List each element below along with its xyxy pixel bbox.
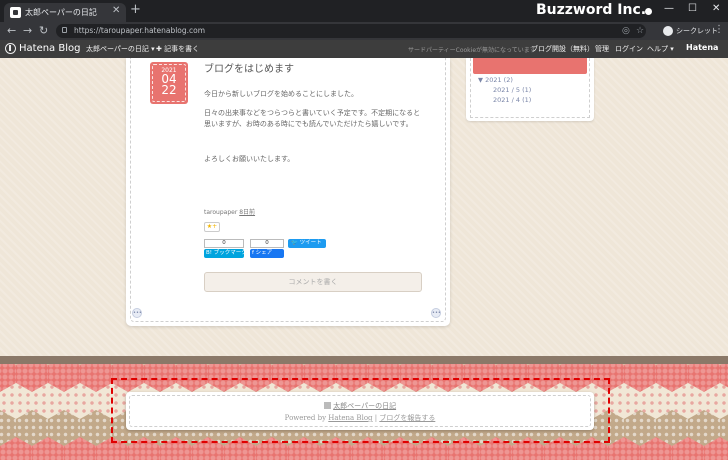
- hatena-global-header: Hatena Blog 太郎ペーパーの日記 ▾ ✚ 記事を書く サードパーティー…: [0, 40, 728, 58]
- incognito-icon: [663, 26, 673, 36]
- entry-more-icon[interactable]: •••: [431, 308, 441, 318]
- report-blog-link[interactable]: ブログを報告する: [379, 414, 435, 422]
- archive-month-link[interactable]: 2021 / 4 (1): [493, 96, 531, 104]
- browser-menu-icon[interactable]: ⋮: [714, 24, 724, 35]
- blog-icon: [323, 402, 331, 409]
- record-indicator-icon: [645, 8, 652, 15]
- footer-blog-name: 太郎ペーパーの日記: [126, 401, 594, 411]
- entry-card: 2021 04 22 ブログをはじめます 今日から新しいブログを始めることにしま…: [126, 58, 450, 326]
- url-text[interactable]: https://taroupaper.hatenablog.com: [74, 26, 205, 35]
- entry-paragraph: よろしくお願いいたします。: [204, 155, 295, 163]
- facebook-share-button[interactable]: f シェア: [250, 249, 284, 258]
- powered-by-text: Powered by: [284, 414, 329, 422]
- close-window-button[interactable]: ✕: [712, 3, 720, 14]
- hatena-logo-text: Hatena Blog: [19, 43, 81, 54]
- entry-more-icon[interactable]: •••: [132, 308, 142, 318]
- footer-powered-by: Powered by Hatena Blog | ブログを報告する: [126, 413, 594, 423]
- entry-paragraph: 今日から新しいブログを始めることにしました。: [204, 90, 358, 98]
- tab-title: 太郎ペーパーの日記: [25, 8, 97, 17]
- entry-title[interactable]: ブログをはじめます: [204, 60, 294, 75]
- entry-time-link[interactable]: 8日前: [239, 209, 255, 216]
- date-badge[interactable]: 2021 04 22: [150, 62, 188, 104]
- date-day: 22: [161, 83, 177, 97]
- entry-paragraph: 日々の出来事などをつらつらと書いていく予定です。不定期になると思いますが、お時の…: [204, 109, 421, 128]
- browser-titlebar: 太郎ペーパーの日記 ✕ + Buzzword Inc. — ☐ ✕: [0, 0, 728, 22]
- incognito-label: シークレット: [676, 27, 718, 35]
- login-link[interactable]: ログイン: [615, 44, 643, 54]
- entry-author[interactable]: taroupaper: [204, 209, 237, 216]
- help-dropdown[interactable]: ヘルプ ▾: [647, 44, 674, 54]
- archive-year-toggle[interactable]: ▼ 2021 (2): [478, 76, 513, 84]
- start-blog-link[interactable]: ブログ開設（無料）: [531, 44, 594, 54]
- tab-close-icon[interactable]: ✕: [112, 5, 120, 16]
- maximize-button[interactable]: ☐: [688, 3, 697, 14]
- eye-off-icon[interactable]: ◎: [622, 26, 630, 36]
- hatena-bookmark-button[interactable]: B! ブックマーク: [204, 249, 244, 258]
- blog-menu-dropdown[interactable]: 太郎ペーパーの日記 ▾: [86, 44, 155, 54]
- write-entry-button[interactable]: ✚ 記事を書く: [156, 44, 199, 54]
- footer-blog-link[interactable]: 太郎ペーパーの日記: [333, 402, 396, 410]
- facebook-count: 0: [250, 239, 284, 248]
- tweet-button[interactable]: 🐦 ツイート: [288, 239, 326, 248]
- archive-module: ▼ 2021 (2) 2021 / 5 (1) 2021 / 4 (1): [466, 58, 594, 121]
- hatena-logo-icon: [5, 43, 16, 54]
- forward-icon[interactable]: →: [23, 24, 32, 37]
- browser-toolbar: ← → ↻ https://taroupaper.hatenablog.com …: [0, 22, 728, 40]
- back-icon[interactable]: ←: [7, 24, 16, 37]
- brand-overlay: Buzzword Inc.: [536, 2, 647, 18]
- add-star-button[interactable]: ★+: [204, 222, 220, 232]
- star-bookmark-icon[interactable]: ☆: [636, 26, 644, 36]
- footer-box: 太郎ペーパーの日記 Powered by Hatena Blog | ブログを報…: [126, 392, 594, 430]
- lock-icon[interactable]: [62, 27, 67, 33]
- archive-month-link[interactable]: 2021 / 5 (1): [493, 86, 531, 94]
- hatena-right-logo[interactable]: Hatena: [686, 43, 718, 52]
- admin-link[interactable]: 管理: [595, 44, 609, 54]
- write-comment-button[interactable]: コメントを書く: [204, 272, 422, 292]
- entry-footer: taroupaper 8日前: [204, 207, 255, 216]
- bookmark-count: 0: [204, 239, 244, 248]
- hatena-blog-logo[interactable]: Hatena Blog: [5, 43, 80, 54]
- footer-divider: [0, 356, 728, 364]
- facebook-share[interactable]: 0 f シェア: [250, 239, 284, 258]
- hatena-blog-link[interactable]: Hatena Blog: [328, 414, 372, 422]
- hatena-bookmark-share[interactable]: 0 B! ブックマーク: [204, 239, 244, 258]
- minimize-button[interactable]: —: [664, 3, 674, 14]
- archive-header-band: [473, 58, 587, 74]
- hatena-favicon-icon: [10, 7, 21, 18]
- reload-icon[interactable]: ↻: [39, 24, 48, 37]
- address-bar[interactable]: https://taroupaper.hatenablog.com ◎ ☆: [56, 24, 646, 38]
- cookie-notice: サードパーティーCookieが無効になっています: [408, 47, 536, 54]
- new-tab-button[interactable]: +: [130, 2, 141, 17]
- browser-tab[interactable]: 太郎ペーパーの日記 ✕: [4, 3, 126, 22]
